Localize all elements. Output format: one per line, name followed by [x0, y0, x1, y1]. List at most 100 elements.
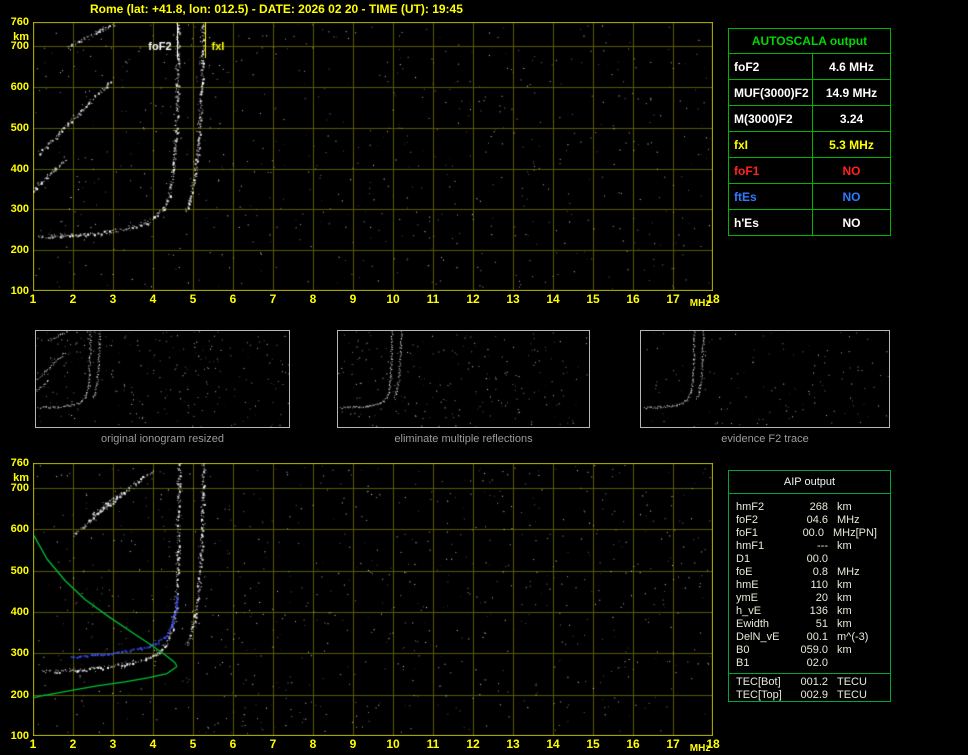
x-tick-label: 2 [69, 737, 77, 751]
aip-row-value: 00.0 [806, 553, 828, 565]
aip-row-unit: km [837, 540, 852, 552]
autoscala-row-value: 5.3 MHz [829, 137, 874, 152]
aip-row-value: 51 [815, 618, 828, 630]
autoscala-row-label: fxI [729, 132, 813, 157]
autoscala-row-label: h'Es [729, 210, 813, 235]
aip-row-b0: B0 059.0 km [729, 644, 890, 657]
aip-row-label: DelN_vE [736, 631, 780, 643]
aip-row-unit: MHz [832, 527, 856, 539]
autoscala-row-value: NO [842, 189, 861, 204]
autoscala-row-ftes: ftEs NO [729, 183, 890, 209]
x-tick-label: 1 [29, 737, 37, 751]
x-axis-unit: MHz [689, 298, 711, 309]
station-date-title: Rome (lat: +41.8, lon: 012.5) - DATE: 20… [90, 2, 463, 16]
bottom-ionogram-canvas [33, 463, 713, 736]
y-tick-label: 200 [10, 688, 29, 701]
x-tick-label: 1 [29, 292, 37, 306]
y-tick-label: 300 [10, 647, 29, 660]
autoscala-row-h-es: h'Es NO [729, 209, 890, 235]
autoscala-table-title: AUTOSCALA output [751, 34, 868, 48]
autoscala-row-fof1: foF1 NO [729, 157, 890, 183]
x-tick-label: 16 [626, 292, 640, 306]
y-axis-unit: km [13, 31, 29, 43]
y-tick-label: 760 [10, 16, 29, 28]
x-tick-label: 11 [426, 737, 440, 751]
autoscala-row-value: NO [842, 215, 861, 230]
aip-table-title: AIP output [729, 471, 890, 494]
autoscala-table-rows: foF2 4.6 MHz MUF(3000)F2 14.9 MHz M(3000)F2 3… [729, 53, 890, 235]
aip-row-yme: ymE 20 km [729, 592, 890, 605]
aip-row-unit: MHz [837, 514, 860, 526]
x-tick-label: 4 [149, 292, 157, 306]
top-ionogram-canvas [33, 22, 713, 291]
y-tick-label: 500 [10, 564, 29, 577]
x-tick-label: 10 [386, 737, 400, 751]
thumbnail-evidence-f2-trace [640, 330, 890, 428]
autoscala-row-label: foF2 [729, 54, 813, 79]
autoscala-output-table: AUTOSCALA output foF2 4.6 MHz MUF(3000)F2 1… [728, 28, 891, 236]
aip-row-unit: km [837, 618, 852, 630]
x-tick-label: 5 [189, 292, 197, 306]
x-tick-label: 6 [229, 737, 237, 751]
aip-row-label: foE [736, 566, 753, 578]
y-tick-label: 100 [10, 285, 29, 297]
autoscala-row-value: 4.6 MHz [829, 59, 874, 74]
aip-row-fof2: foF2 04.6 MHz [729, 514, 890, 527]
x-tick-label: 12 [466, 737, 480, 751]
x-tick-label: 5 [189, 737, 197, 751]
autoscala-row-value: NO [842, 163, 861, 178]
x-tick-label: 14 [546, 737, 560, 751]
thumbnail-caption-eliminate: eliminate multiple reflections [394, 433, 533, 445]
aip-row-hmf1: hmF1 --- km [729, 540, 890, 553]
aip-row-label: Ewidth [736, 618, 770, 630]
aip-row-unit: TECU [837, 676, 867, 688]
aip-table-rows: hmF2 268 km foF2 04.6 MHz foF1 00.0 MHz [PN] hmF1-… [729, 494, 890, 670]
aip-row-unit: m^(-3) [837, 631, 869, 643]
autoscala-row-label: ftEs [729, 184, 813, 209]
x-tick-label: 8 [309, 737, 317, 751]
thumbnail-caption-evidence: evidence F2 trace [721, 433, 809, 445]
x-tick-label: 9 [349, 292, 357, 306]
aip-row-value: 110 [810, 579, 828, 591]
aip-row-value: 02.0 [806, 657, 828, 669]
x-tick-label: 17 [666, 292, 680, 306]
x-tick-label: 3 [109, 292, 117, 306]
thumbnail-caption-original: original ionogram resized [101, 433, 224, 445]
top-ionogram-y-axis: 760 700 600 500 400 300 200 100 km [2, 17, 29, 297]
x-tick-label: 12 [466, 292, 480, 306]
bottom-ionogram-x-axis: 1 2 3 4 5 6 7 8 9 10 11 12 13 14 15 16 17 18 MHz [29, 737, 721, 755]
bottom-ionogram-y-axis: 760 700 600 500 400 300 200 100 km [2, 458, 29, 742]
autoscala-row-value: 3.24 [839, 111, 864, 126]
x-tick-label: 14 [546, 292, 560, 306]
y-tick-label: 100 [10, 730, 29, 742]
aip-row-tec-top: TEC[Top] 002.9 TECU [729, 689, 890, 702]
aip-row-label: h_vE [736, 605, 762, 617]
aip-row-value: 20 [815, 592, 828, 604]
autoscala-row-label: M(3000)F2 [729, 106, 813, 131]
x-tick-label: 6 [229, 292, 237, 306]
aip-row-hmf2: hmF2 268 km [729, 501, 890, 514]
y-tick-label: 200 [10, 244, 29, 257]
y-tick-label: 400 [10, 605, 29, 618]
x-axis-unit: MHz [689, 743, 711, 754]
y-tick-label: 760 [10, 457, 29, 469]
x-tick-label: 15 [586, 737, 600, 751]
aip-row-value: --- [817, 540, 828, 552]
aip-row-value: 04.6 [806, 514, 828, 526]
y-tick-label: 700 [10, 40, 29, 53]
autoscala-row-label: MUF(3000)F2 [729, 80, 813, 105]
x-tick-label: 17 [666, 737, 680, 751]
aip-row-unit: km [837, 605, 852, 617]
thumbnail-eliminate-reflections [337, 330, 590, 428]
aip-row-value: 00.1 [806, 631, 828, 643]
y-tick-label: 600 [10, 523, 29, 536]
x-tick-label: 10 [386, 292, 400, 306]
x-tick-label: 7 [269, 737, 277, 751]
aip-row-label: D1 [736, 553, 751, 565]
x-tick-label: 13 [506, 737, 520, 751]
autoscala-row-value: 14.9 MHz [825, 85, 878, 100]
autoscala-window: Rome (lat: +41.8, lon: 012.5) - DATE: 20… [0, 0, 968, 755]
x-tick-label: 2 [69, 292, 77, 306]
x-tick-label: 3 [109, 737, 117, 751]
aip-row-label: foF1 [736, 527, 759, 539]
